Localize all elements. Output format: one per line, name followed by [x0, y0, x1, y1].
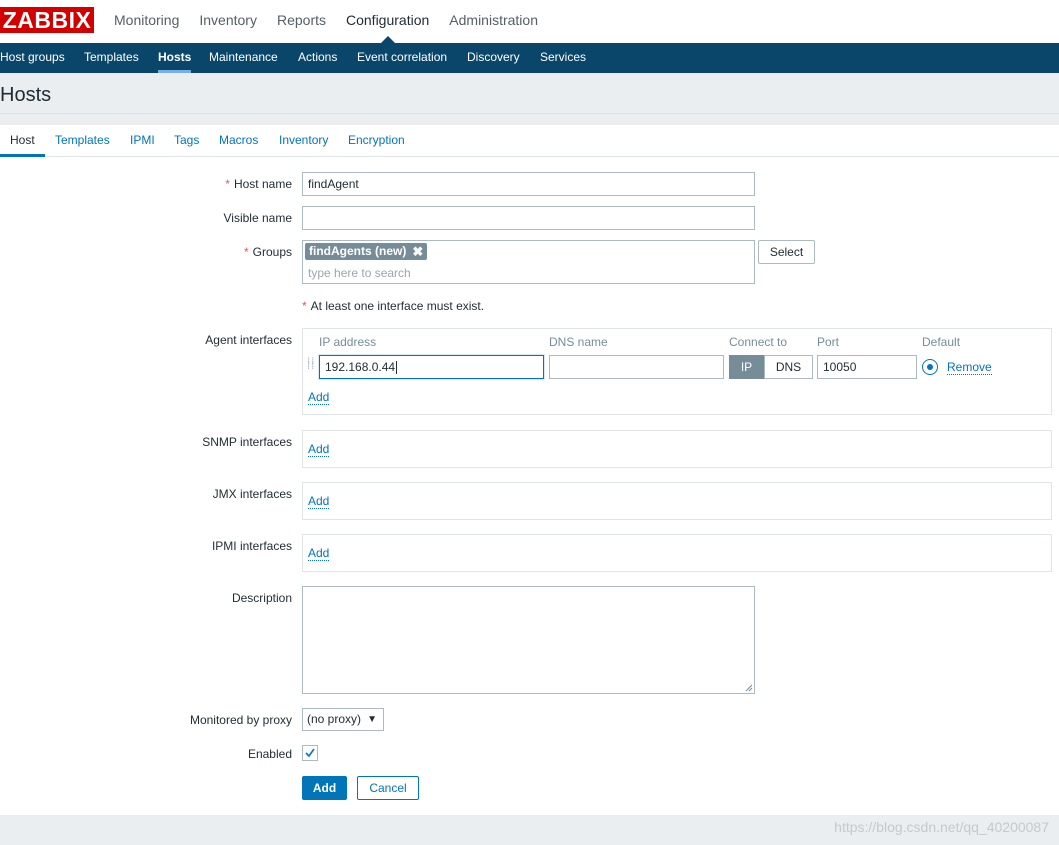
groups-label-text: Groups — [252, 245, 292, 259]
interface-warning-text: At least one interface must exist. — [310, 299, 485, 313]
groups-select-button[interactable]: Select — [758, 240, 815, 264]
host-name-label: * Host name — [225, 177, 292, 191]
snmp-interfaces-label: SNMP interfaces — [202, 435, 292, 449]
menu-inventory[interactable]: Inventory — [189, 0, 267, 43]
submenu-maintenance[interactable]: Maintenance — [209, 43, 278, 73]
tab-host-label: Host — [10, 133, 35, 147]
drag-handle-icon[interactable]: ⁞⁞ ⁞⁞ — [307, 357, 315, 375]
menu-reports[interactable]: Reports — [267, 0, 336, 43]
add-snmp-interface-link[interactable]: Add — [308, 442, 330, 457]
col-ip-address: IP address — [319, 335, 377, 349]
submenu-actions[interactable]: Actions — [298, 43, 337, 73]
active-tab-underline — [0, 154, 45, 157]
menu-monitoring[interactable]: Monitoring — [104, 0, 189, 43]
required-mark: * — [225, 177, 230, 191]
remove-interface-link[interactable]: Remove — [947, 360, 992, 375]
agent-port-input[interactable]: 10050 — [817, 355, 917, 379]
host-name-input[interactable]: findAgent — [302, 172, 755, 196]
jmx-interfaces-label: JMX interfaces — [212, 487, 292, 501]
agent-ip-value: 192.168.0.44 — [325, 360, 396, 374]
groups-label: * Groups — [244, 245, 292, 259]
group-chip-label: findAgents (new) — [309, 244, 407, 258]
tab-macros[interactable]: Macros — [219, 125, 258, 156]
enabled-label: Enabled — [247, 747, 292, 761]
group-chip: findAgents (new) ✖ — [305, 243, 428, 260]
menu-administration[interactable]: Administration — [439, 0, 548, 43]
submenu-hosts[interactable]: Hosts — [158, 43, 192, 73]
menu-configuration[interactable]: Configuration — [336, 0, 439, 43]
checkmark-icon — [305, 748, 315, 758]
col-default: Default — [922, 335, 961, 349]
resize-grip-icon[interactable] — [745, 684, 753, 692]
ipmi-interfaces-label: IPMI interfaces — [211, 539, 292, 553]
interface-warning: * At least one interface must exist. — [302, 299, 484, 313]
agent-interfaces-label: Agent interfaces — [205, 333, 292, 347]
form-tabs: Host Templates IPMI Tags Macros Inventor… — [0, 125, 1059, 157]
proxy-select[interactable]: (no proxy) ▼ — [302, 708, 384, 731]
host-name-label-text: Host name — [233, 177, 292, 191]
tab-inventory[interactable]: Inventory — [279, 125, 328, 156]
title-area: Hosts — [0, 73, 1059, 114]
tab-tags[interactable]: Tags — [174, 125, 199, 156]
connect-ip-toggle[interactable]: IP — [729, 355, 764, 379]
top-header: ZABBIX Monitoring Inventory Reports Conf… — [0, 0, 1059, 43]
agent-ip-input[interactable]: 192.168.0.44 — [319, 355, 544, 379]
agent-dns-input[interactable] — [549, 355, 724, 379]
cancel-button[interactable]: Cancel — [357, 776, 419, 800]
page-title: Hosts — [0, 84, 52, 106]
default-radio[interactable] — [922, 359, 938, 375]
visible-name-label: Visible name — [223, 211, 292, 225]
menu-configuration-label: Configuration — [346, 12, 430, 28]
visible-name-input[interactable] — [302, 206, 755, 230]
tab-ipmi[interactable]: IPMI — [130, 125, 155, 156]
connect-dns-toggle[interactable]: DNS — [764, 355, 813, 379]
zabbix-logo[interactable]: ZABBIX — [0, 7, 94, 33]
text-cursor — [396, 361, 398, 375]
tab-host[interactable]: Host — [0, 125, 45, 157]
add-jmx-interface-link[interactable]: Add — [308, 494, 330, 509]
ipmi-interfaces-panel — [302, 534, 1052, 572]
main-menu: Monitoring Inventory Reports Configurati… — [104, 0, 548, 43]
col-port: Port — [817, 335, 840, 349]
tab-encryption[interactable]: Encryption — [348, 125, 405, 156]
add-ipmi-interface-link[interactable]: Add — [308, 546, 330, 561]
tab-templates[interactable]: Templates — [55, 125, 110, 156]
proxy-select-value: (no proxy) — [307, 712, 362, 726]
submenu-host-groups[interactable]: Host groups — [0, 43, 65, 73]
enabled-checkbox[interactable] — [302, 745, 318, 761]
submenu-templates[interactable]: Templates — [84, 43, 139, 73]
sub-menu: Host groups Templates Hosts Maintenance … — [0, 43, 1059, 73]
remove-group-icon[interactable]: ✖ — [412, 243, 423, 260]
groups-search-placeholder[interactable]: type here to search — [308, 265, 411, 281]
col-dns-name: DNS name — [549, 335, 608, 349]
title-gap — [0, 114, 1059, 125]
required-mark: * — [243, 245, 249, 259]
submenu-event-correlation[interactable]: Event correlation — [357, 43, 447, 73]
add-agent-interface-link[interactable]: Add — [308, 390, 330, 405]
add-button[interactable]: Add — [302, 776, 347, 800]
submenu-services[interactable]: Services — [540, 43, 586, 73]
jmx-interfaces-panel — [302, 482, 1052, 520]
submenu-discovery[interactable]: Discovery — [467, 43, 520, 73]
description-textarea[interactable] — [302, 586, 755, 694]
snmp-interfaces-panel — [302, 430, 1052, 468]
col-connect-to: Connect to — [729, 335, 788, 349]
proxy-label: Monitored by proxy — [189, 713, 292, 727]
dropdown-arrow-icon: ▼ — [367, 714, 377, 725]
watermark-text: https://blog.csdn.net/qq_40200087 — [834, 819, 1049, 835]
description-label: Description — [231, 591, 292, 605]
required-mark: * — [302, 299, 307, 313]
submenu-hosts-label: Hosts — [158, 50, 192, 64]
active-caret-icon — [380, 36, 395, 43]
